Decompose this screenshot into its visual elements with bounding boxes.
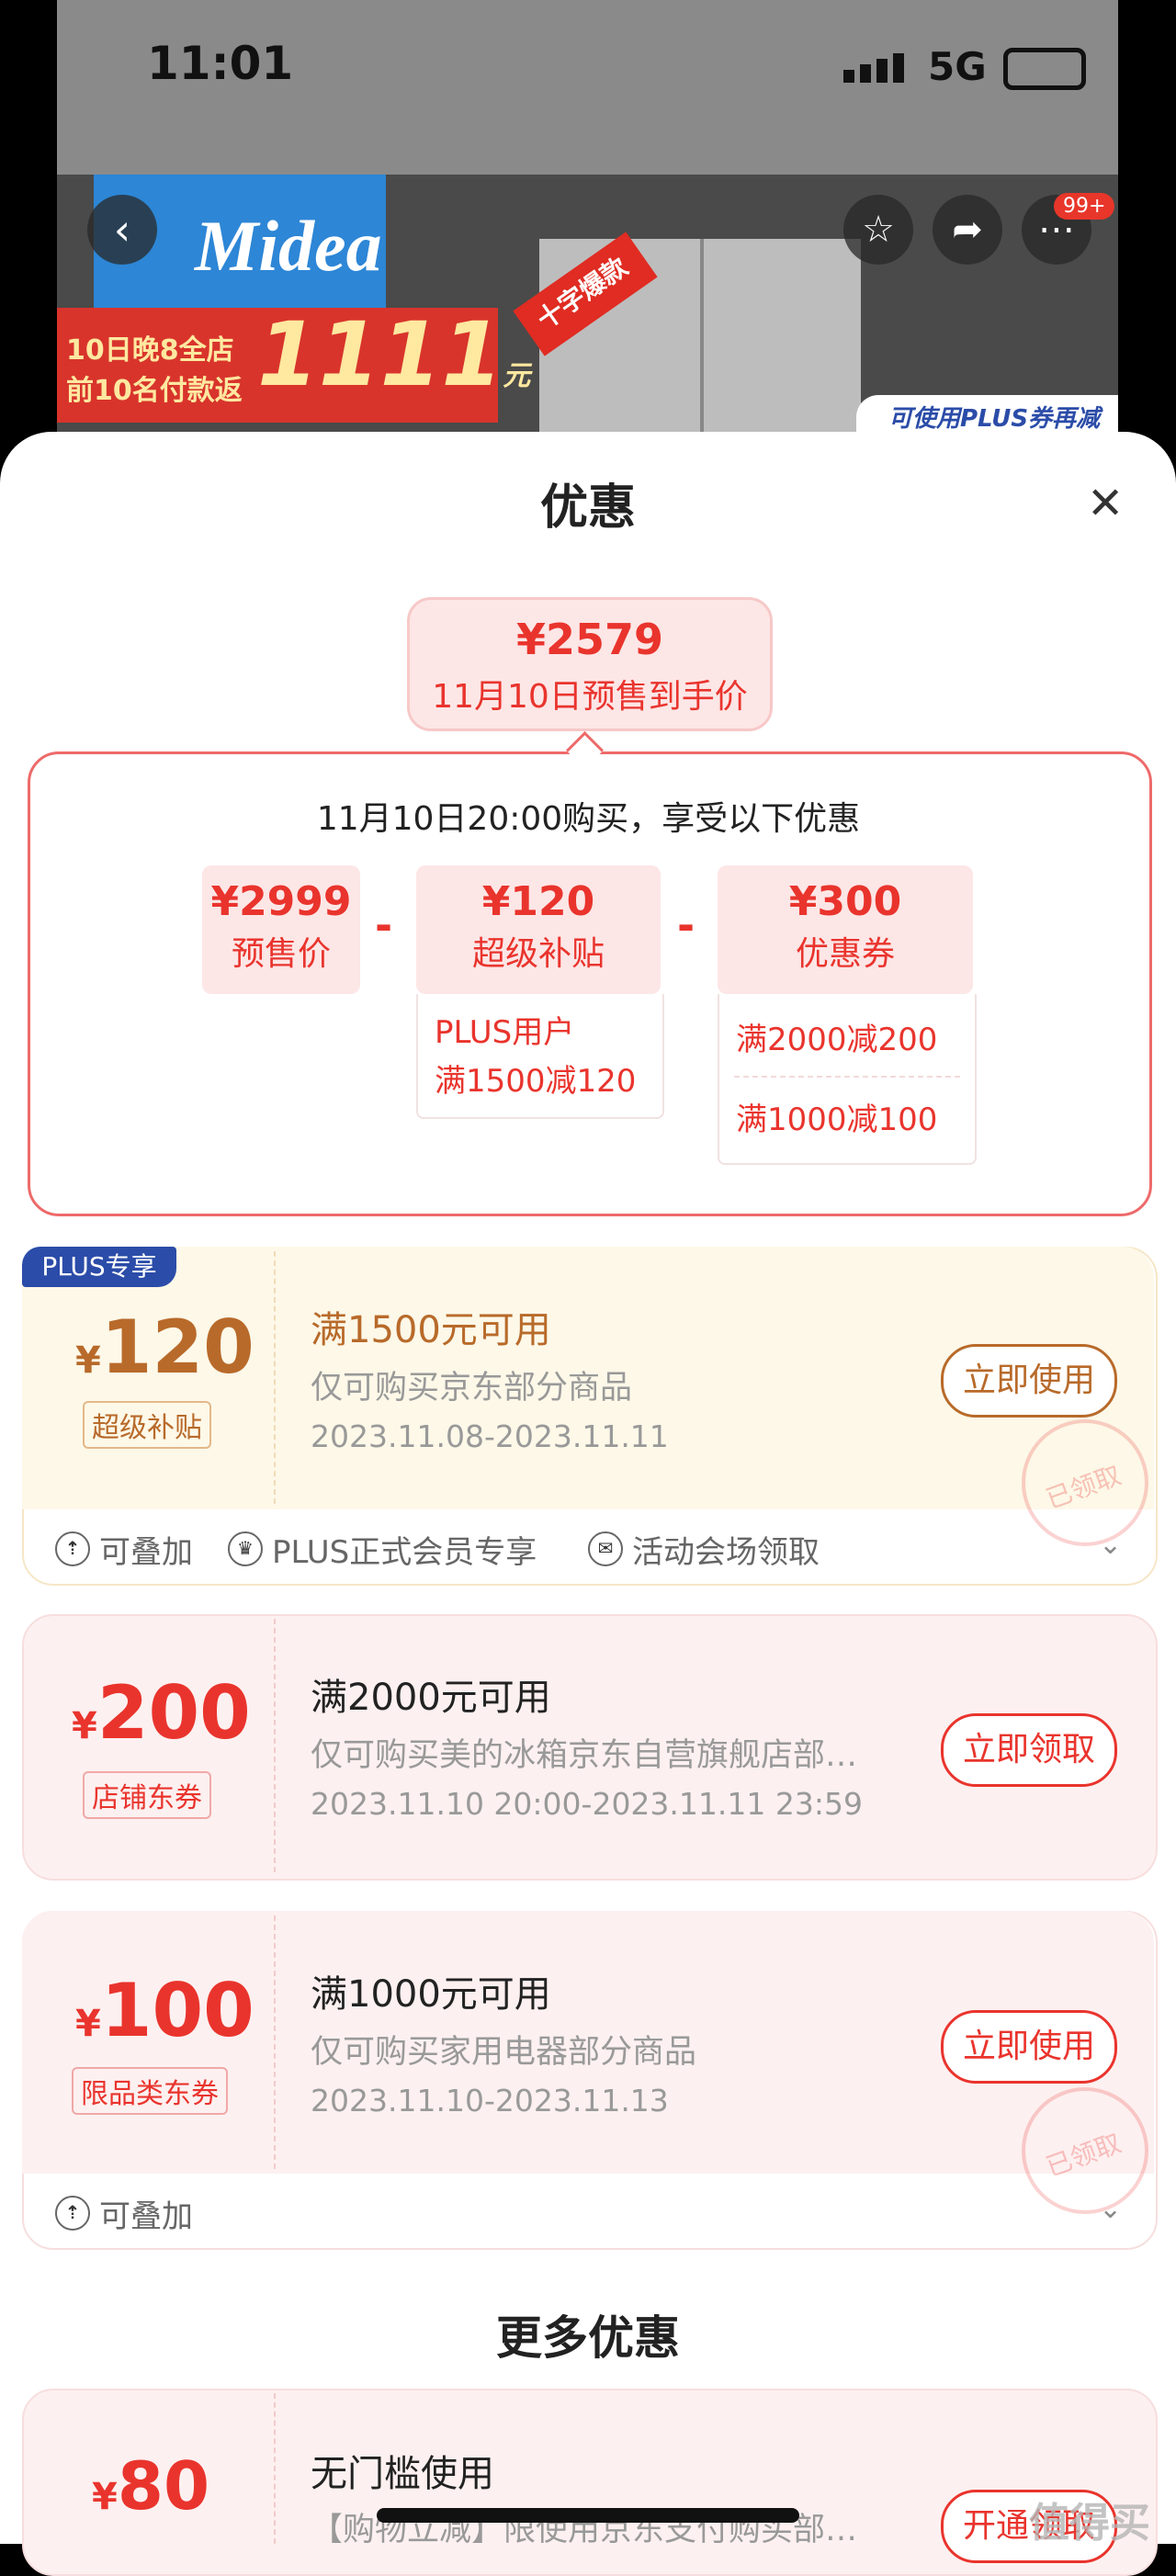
coupon-desc: 仅可购买家用电器部分商品 xyxy=(311,2034,697,2071)
subsidy-details: PLUS用户 满1500减120 xyxy=(416,994,664,1119)
coupon-divider xyxy=(274,1251,276,1504)
coupon-date: 2023.11.10-2023.11.13 xyxy=(311,2083,669,2118)
calc-value: ¥120 xyxy=(481,878,595,925)
footer-stackable: 可叠加 xyxy=(99,1534,193,1571)
subsidy-detail-1: PLUS用户 xyxy=(435,1014,575,1051)
footer-stackable: 可叠加 xyxy=(99,2198,193,2235)
coupon-divider xyxy=(274,2393,276,2544)
promo-line-2: 前10名付款返 xyxy=(66,375,243,407)
minus-operator: - xyxy=(375,900,393,950)
footer-plus-only: PLUS正式会员专享 xyxy=(272,1534,537,1571)
coupon-title: 无门槛使用 xyxy=(311,2453,494,2495)
divider xyxy=(734,1076,960,1078)
plus-exclusive-badge: PLUS专享 xyxy=(22,1247,176,1287)
coupon-desc: 仅可购买美的冰箱京东自营旗舰店部… xyxy=(311,1737,858,1774)
claim-now-button[interactable]: 立即领取 xyxy=(941,1713,1117,1787)
coupon-detail-1: 满2000减200 xyxy=(736,1022,938,1058)
coupon-type-tag: 店铺东券 xyxy=(83,1771,211,1819)
coupon-detail-2: 满1000减100 xyxy=(736,1102,938,1138)
plus-coupon-tag-label: 可使用PLUS券再减 xyxy=(888,405,1101,433)
more-discounts-title: 更多优惠 xyxy=(496,2311,680,2365)
watermark: 值得买 xyxy=(1029,2500,1150,2547)
ticket-icon: ✉ xyxy=(588,1531,623,1566)
final-price-box: ¥2579 11月10日预售到手价 xyxy=(407,597,773,731)
minus-operator: - xyxy=(677,900,695,950)
coupon-divider xyxy=(274,1619,276,1872)
network-label: 5G xyxy=(928,44,987,89)
calc-label: 预售价 xyxy=(231,935,331,973)
close-icon[interactable]: ✕ xyxy=(1087,478,1124,529)
calc-coupon-box: ¥300 优惠券 xyxy=(718,865,973,994)
chevron-down-icon[interactable]: ⌄ xyxy=(1099,2193,1122,2225)
back-button[interactable]: ‹ xyxy=(87,195,157,265)
use-now-button[interactable]: 立即使用 xyxy=(941,1344,1117,1418)
chevron-down-icon[interactable]: ⌄ xyxy=(1099,1529,1122,1561)
share-icon: ➦ xyxy=(952,209,983,251)
coupon-title: 满2000元可用 xyxy=(311,1677,551,1719)
claimed-stamp: 已领取 xyxy=(1022,2087,1148,2214)
calc-value: ¥2999 xyxy=(210,878,352,925)
coupon-title: 满1000元可用 xyxy=(311,1973,551,2016)
final-price: ¥2579 xyxy=(515,615,664,664)
share-button[interactable]: ➦ xyxy=(933,195,1002,265)
message-badge: 99+ xyxy=(1054,193,1115,220)
stackable-icon: ⇡ xyxy=(55,1531,90,1566)
use-now-button[interactable]: 立即使用 xyxy=(941,2010,1117,2084)
coupon-amount: ¥80 xyxy=(92,2447,210,2525)
brand-logo: Midea xyxy=(195,206,382,286)
coupon-divider xyxy=(274,1915,276,2169)
footer-venue: 活动会场领取 xyxy=(632,1534,820,1571)
home-indicator xyxy=(377,2508,799,2523)
claimed-stamp: 已领取 xyxy=(1022,1419,1148,1546)
coupon-details: 满2000减200 满1000减100 xyxy=(718,994,977,1165)
coupon-amount: ¥100 xyxy=(75,1968,254,2053)
coupon-desc: 仅可购买京东部分商品 xyxy=(311,1370,633,1407)
calc-presale-box: ¥2999 预售价 xyxy=(202,865,360,994)
coupon-date: 2023.11.08-2023.11.11 xyxy=(311,1418,669,1454)
calc-value: ¥300 xyxy=(788,878,902,925)
calc-label: 超级补贴 xyxy=(471,935,605,973)
promo-amount: 1111元 xyxy=(257,303,531,406)
calc-label: 优惠券 xyxy=(795,935,895,973)
star-icon: ☆ xyxy=(862,209,895,251)
final-price-label: 11月10日预售到手价 xyxy=(432,678,748,716)
fridge-door-line xyxy=(700,239,704,441)
calc-subsidy-box: ¥120 超级补贴 xyxy=(416,865,661,994)
battery-icon xyxy=(1003,48,1086,90)
subsidy-detail-2: 满1500减120 xyxy=(435,1063,637,1100)
coupon-date: 2023.11.10 20:00-2023.11.11 23:59 xyxy=(311,1786,863,1822)
coupon-amount: ¥200 xyxy=(72,1670,251,1756)
crown-icon: ♛ xyxy=(228,1531,263,1566)
promo-line-1: 10日晚8全店 xyxy=(66,334,234,367)
favorite-button[interactable]: ☆ xyxy=(843,195,913,265)
coupon-amount: ¥120 xyxy=(75,1305,254,1390)
coupon-type-tag: 超级补贴 xyxy=(83,1401,211,1449)
coupon-type-tag: 限品类东券 xyxy=(72,2067,228,2115)
status-time: 11:01 xyxy=(147,37,294,90)
stackable-icon: ⇡ xyxy=(55,2196,90,2231)
chevron-left-icon: ‹ xyxy=(113,205,131,254)
signal-icon xyxy=(843,53,910,83)
coupon-title: 满1500元可用 xyxy=(311,1309,551,1351)
sheet-title: 优惠 xyxy=(539,480,636,536)
calc-heading: 11月10日20:00购买，享受以下优惠 xyxy=(316,800,861,838)
